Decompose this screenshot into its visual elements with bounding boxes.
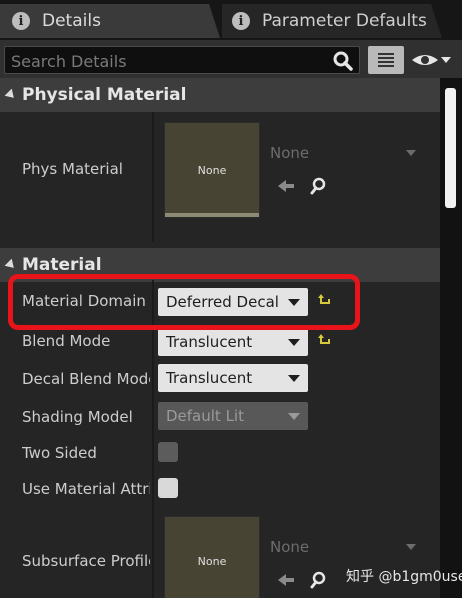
search-box[interactable] — [4, 46, 360, 74]
subsurface-profile-asset-combo[interactable]: None — [270, 534, 424, 560]
decal-blend-mode-combo[interactable]: Translucent — [158, 364, 308, 392]
two-sided-row: Two Sided — [0, 444, 440, 468]
use-selected-arrow-icon[interactable] — [276, 572, 296, 588]
chevron-down-icon — [406, 544, 416, 550]
shading-model-value: Default Lit — [166, 407, 244, 425]
use-material-attributes-checkbox[interactable] — [158, 478, 178, 498]
category-physical-material[interactable]: Physical Material — [0, 78, 440, 112]
use-material-attributes-label: Use Material Attributes — [22, 480, 150, 498]
tab-details[interactable]: i Details — [0, 4, 220, 38]
chevron-down-icon — [288, 375, 300, 382]
collapse-arrow-icon[interactable] — [4, 258, 18, 272]
category-physical-material-label: Physical Material — [22, 85, 187, 105]
phys-material-thumb-label: None — [197, 163, 227, 177]
shading-model-label: Shading Model — [22, 408, 133, 426]
list-icon — [378, 53, 394, 67]
phys-material-combo-value: None — [270, 144, 310, 162]
subsurface-profile-thumbnail[interactable]: None — [164, 516, 260, 598]
eye-icon — [412, 55, 438, 65]
phys-material-label: Phys Material — [22, 160, 123, 178]
phys-material-thumbnail[interactable]: None — [164, 122, 260, 218]
scrollbar-thumb[interactable] — [445, 88, 456, 208]
blend-mode-label: Blend Mode — [22, 332, 111, 350]
use-material-attributes-row: Use Material Attributes — [0, 480, 440, 504]
subsurface-profile-thumb-label: None — [197, 554, 227, 568]
subsurface-profile-label: Subsurface Profile — [22, 552, 150, 570]
tab-details-label: Details — [42, 11, 101, 31]
subsurface-profile-combo-value: None — [270, 538, 310, 556]
search-row — [0, 40, 462, 78]
two-sided-label: Two Sided — [22, 444, 97, 462]
browse-search-icon[interactable] — [310, 176, 330, 196]
search-icon[interactable] — [333, 51, 353, 71]
blend-mode-value: Translucent — [166, 333, 253, 351]
shading-model-combo[interactable]: Default Lit — [158, 402, 308, 430]
tab-parameter-defaults-label: Parameter Defaults — [262, 11, 427, 31]
collapse-arrow-icon[interactable] — [4, 88, 18, 102]
chevron-down-icon — [288, 413, 300, 420]
decal-blend-mode-value: Translucent — [166, 369, 253, 387]
watermark: 知乎 @b1gm0use — [346, 569, 462, 585]
tab-parameter-defaults[interactable]: i Parameter Defaults — [222, 4, 442, 38]
property-matrix-button[interactable] — [368, 46, 404, 74]
info-icon: i — [12, 12, 30, 30]
phys-material-asset-combo[interactable]: None — [270, 140, 424, 166]
reset-to-default-icon[interactable] — [318, 334, 332, 348]
tab-bar: i Details i Parameter Defaults — [0, 0, 462, 40]
browse-search-icon[interactable] — [310, 570, 330, 590]
use-selected-arrow-icon[interactable] — [276, 178, 296, 194]
decal-blend-mode-label: Decal Blend Mode — [22, 370, 150, 388]
view-options-button[interactable] — [410, 48, 456, 72]
blend-mode-combo[interactable]: Translucent — [158, 328, 308, 356]
search-input[interactable] — [11, 50, 331, 72]
highlight-box — [8, 274, 360, 330]
chevron-down-icon — [288, 339, 300, 346]
info-icon: i — [232, 12, 250, 30]
chevron-down-icon — [441, 57, 451, 63]
chevron-down-icon — [406, 150, 416, 156]
two-sided-checkbox[interactable] — [158, 442, 178, 462]
category-material-label: Material — [22, 255, 102, 275]
